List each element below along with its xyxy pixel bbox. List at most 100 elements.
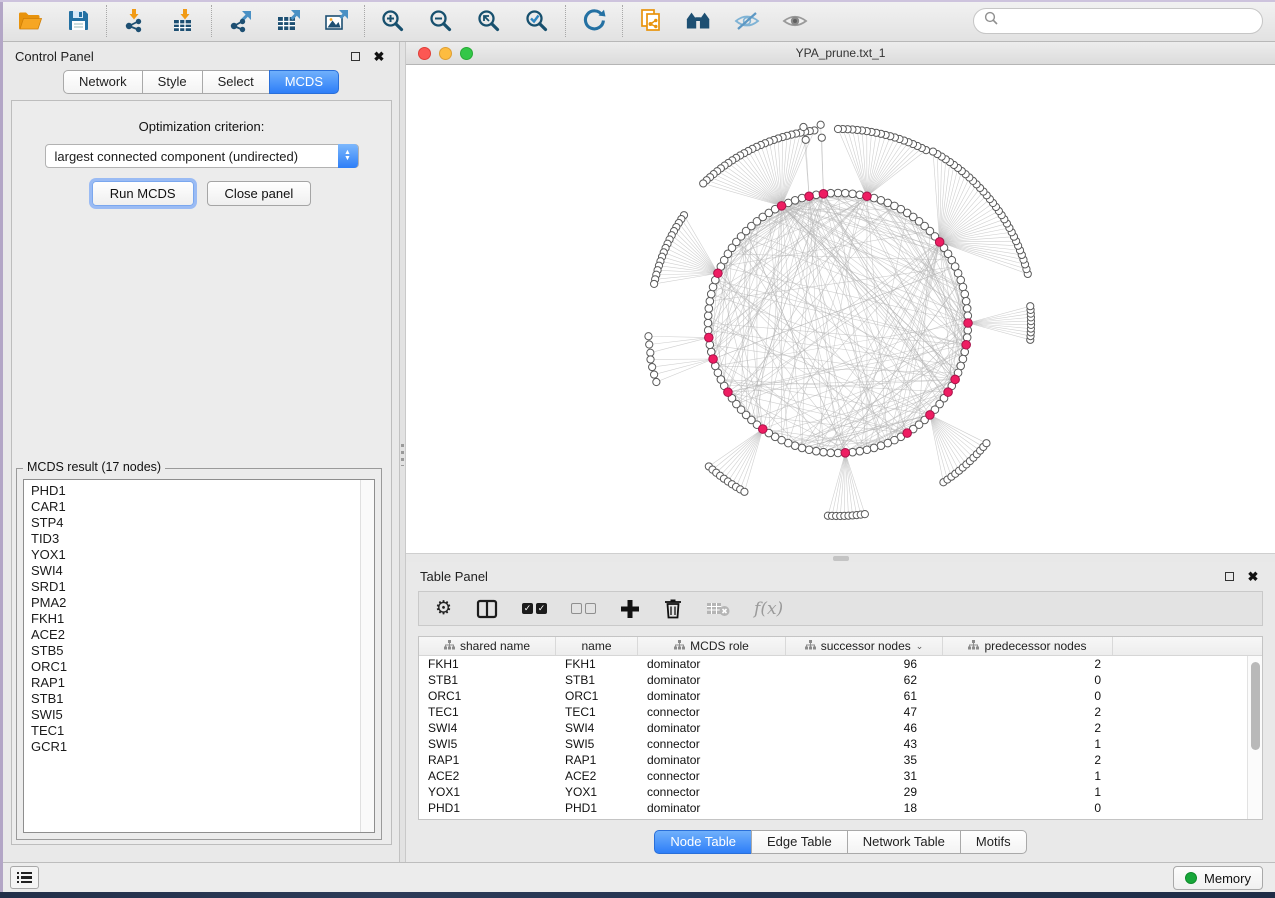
table-tab-network-table[interactable]: Network Table: [847, 830, 961, 854]
network-node[interactable]: [707, 290, 715, 298]
cell-successor-nodes[interactable]: 18: [786, 800, 943, 816]
run-mcds-button[interactable]: Run MCDS: [92, 181, 194, 206]
dominator-node[interactable]: [863, 192, 872, 201]
table-float-button[interactable]: [1221, 568, 1237, 584]
table-row[interactable]: ACE2ACE2connector311: [419, 768, 1262, 784]
cell-successor-nodes[interactable]: 46: [786, 720, 943, 736]
cell-successor-nodes[interactable]: 31: [786, 768, 943, 784]
close-panel-button-mcds[interactable]: Close panel: [207, 181, 312, 206]
mcds-result-item[interactable]: SRD1: [31, 579, 374, 595]
network-node[interactable]: [963, 305, 971, 313]
clone-network-icon[interactable]: [637, 7, 665, 35]
network-node[interactable]: [709, 283, 717, 291]
dominator-node[interactable]: [903, 429, 912, 438]
cell-successor-nodes[interactable]: 61: [786, 688, 943, 704]
dominator-node[interactable]: [758, 425, 767, 434]
table-row[interactable]: SWI5SWI5connector431: [419, 736, 1262, 752]
export-image-icon[interactable]: [322, 7, 350, 35]
cell-shared-name[interactable]: STB1: [419, 672, 556, 688]
leaf-node[interactable]: [651, 280, 658, 287]
mcds-result-item[interactable]: STB5: [31, 643, 374, 659]
leaf-node[interactable]: [834, 125, 841, 132]
network-node[interactable]: [870, 444, 878, 452]
dominator-node[interactable]: [951, 375, 960, 384]
cell-predecessor-nodes[interactable]: 1: [943, 736, 1113, 752]
cell-name[interactable]: PHD1: [556, 800, 638, 816]
table-row[interactable]: YOX1YOX1connector291: [419, 784, 1262, 800]
mcds-list-scrollbar[interactable]: [360, 480, 374, 832]
dominator-node[interactable]: [805, 192, 814, 201]
network-node[interactable]: [812, 447, 820, 455]
mcds-result-item[interactable]: STB1: [31, 691, 374, 707]
leaf-node[interactable]: [861, 511, 868, 518]
export-table-icon[interactable]: [274, 7, 302, 35]
cell-predecessor-nodes[interactable]: 2: [943, 752, 1113, 768]
cell-predecessor-nodes[interactable]: 2: [943, 720, 1113, 736]
cell-name[interactable]: STB1: [556, 672, 638, 688]
tab-network[interactable]: Network: [63, 70, 143, 94]
dominator-node[interactable]: [841, 448, 850, 457]
tab-select[interactable]: Select: [202, 70, 270, 94]
network-node[interactable]: [791, 196, 799, 204]
table-close-button[interactable]: ✖: [1245, 568, 1261, 584]
cell-MCDS-role[interactable]: dominator: [638, 688, 786, 704]
cell-successor-nodes[interactable]: 35: [786, 752, 943, 768]
cell-MCDS-role[interactable]: dominator: [638, 800, 786, 816]
leaf-node[interactable]: [653, 378, 660, 385]
column-header-successor-nodes[interactable]: successor nodes⌄: [786, 637, 943, 655]
select-all-columns-icon[interactable]: ✓✓: [522, 597, 547, 621]
cell-predecessor-nodes[interactable]: 1: [943, 784, 1113, 800]
dominator-node[interactable]: [944, 388, 953, 397]
cell-shared-name[interactable]: TEC1: [419, 704, 556, 720]
cell-shared-name[interactable]: ACE2: [419, 768, 556, 784]
network-window-titlebar[interactable]: YPA_prune.txt_1: [406, 42, 1275, 65]
zoom-out-icon[interactable]: [427, 7, 455, 35]
leaf-node[interactable]: [646, 341, 653, 348]
leaf-node[interactable]: [1027, 303, 1034, 310]
cell-predecessor-nodes[interactable]: 2: [943, 656, 1113, 672]
network-node[interactable]: [798, 444, 806, 452]
cell-predecessor-nodes[interactable]: 0: [943, 800, 1113, 816]
hide-selected-icon[interactable]: [733, 7, 761, 35]
cell-MCDS-role[interactable]: connector: [638, 736, 786, 752]
cell-successor-nodes[interactable]: 43: [786, 736, 943, 752]
cell-name[interactable]: YOX1: [556, 784, 638, 800]
cell-shared-name[interactable]: YOX1: [419, 784, 556, 800]
leaf-node[interactable]: [929, 148, 936, 155]
cell-shared-name[interactable]: SWI4: [419, 720, 556, 736]
mcds-result-item[interactable]: RAP1: [31, 675, 374, 691]
first-neighbors-icon[interactable]: [685, 7, 713, 35]
table-row[interactable]: ORC1ORC1dominator610: [419, 688, 1262, 704]
table-row[interactable]: STB1STB1dominator620: [419, 672, 1262, 688]
window-maximize-icon[interactable]: [460, 47, 473, 60]
cell-MCDS-role[interactable]: connector: [638, 768, 786, 784]
mcds-result-list[interactable]: PHD1CAR1STP4TID3YOX1SWI4SRD1PMA2FKH1ACE2…: [23, 479, 375, 833]
dominator-node[interactable]: [962, 340, 971, 349]
import-network-icon[interactable]: [121, 7, 149, 35]
network-node[interactable]: [959, 283, 967, 291]
table-tab-motifs[interactable]: Motifs: [960, 830, 1027, 854]
mcds-result-item[interactable]: PHD1: [31, 483, 374, 499]
leaf-node[interactable]: [741, 488, 748, 495]
network-node[interactable]: [704, 319, 712, 327]
close-panel-button[interactable]: ✖: [371, 48, 387, 64]
optimization-criterion-select[interactable]: largest connected component (undirected)…: [45, 144, 359, 168]
table-tab-node-table[interactable]: Node Table: [654, 830, 752, 854]
mcds-result-item[interactable]: SWI4: [31, 563, 374, 579]
export-network-icon[interactable]: [226, 7, 254, 35]
dominator-node[interactable]: [714, 269, 723, 278]
network-node[interactable]: [957, 276, 965, 284]
network-node[interactable]: [959, 355, 967, 363]
column-header-shared-name[interactable]: shared name: [419, 637, 556, 655]
dominator-node[interactable]: [777, 202, 786, 211]
horizontal-splitter[interactable]: [406, 553, 1275, 562]
network-node[interactable]: [863, 446, 871, 454]
table-row[interactable]: SWI4SWI4dominator462: [419, 720, 1262, 736]
table-scrollbar[interactable]: [1247, 656, 1262, 819]
network-node[interactable]: [704, 312, 712, 320]
network-node[interactable]: [877, 442, 885, 450]
cell-MCDS-role[interactable]: dominator: [638, 672, 786, 688]
leaf-node[interactable]: [647, 349, 654, 356]
dominator-node[interactable]: [926, 411, 935, 420]
table-row[interactable]: RAP1RAP1dominator352: [419, 752, 1262, 768]
